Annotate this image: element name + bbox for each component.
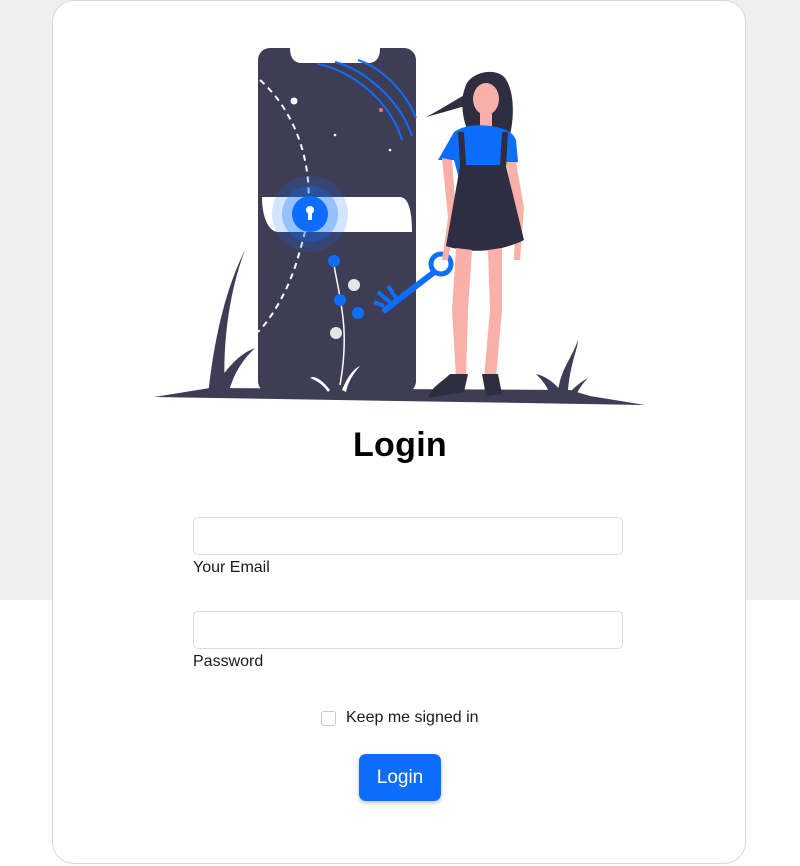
email-field[interactable] [193, 517, 623, 555]
email-label: Your Email [193, 559, 270, 576]
remember-me-label[interactable]: Keep me signed in [346, 709, 479, 727]
login-button[interactable]: Login [359, 754, 441, 801]
woman-illustration [426, 71, 524, 398]
phone-notch [290, 48, 380, 63]
secure-login-illustration [154, 48, 645, 405]
remember-me-checkbox[interactable] [321, 710, 336, 726]
password-label: Password [193, 653, 264, 670]
page-title: Login [352, 426, 448, 464]
remember-me-row: Keep me signed in [321, 709, 479, 727]
password-field[interactable] [193, 611, 623, 649]
